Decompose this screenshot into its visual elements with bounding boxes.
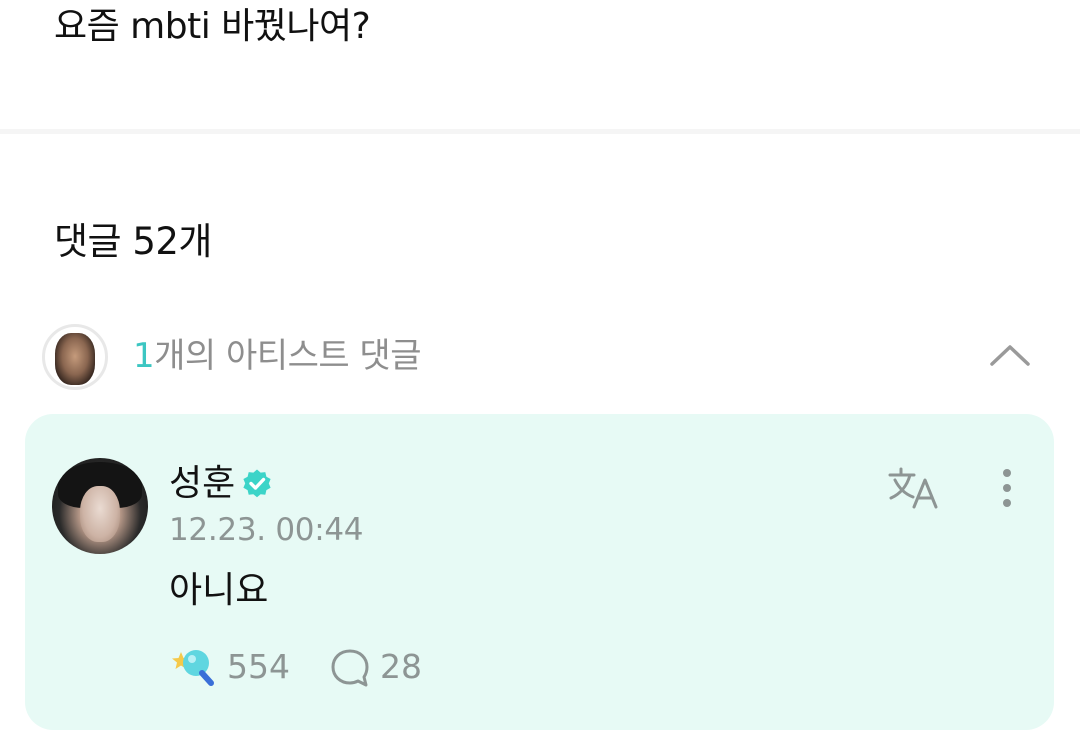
artist-comment-card: 성훈 12.23. 00:44 아니요 554 28: [25, 414, 1054, 730]
section-divider: [0, 129, 1080, 134]
artist-comments-text: 개의 아티스트 댓글: [154, 336, 421, 376]
artist-comment-count: 1: [133, 336, 155, 376]
reaction-count: 554: [227, 647, 290, 686]
author-avatar[interactable]: [52, 458, 148, 554]
translate-icon[interactable]: [887, 466, 943, 510]
author-name[interactable]: 성훈: [169, 460, 235, 508]
chevron-up-icon[interactable]: [988, 336, 1032, 372]
lightstick-reaction-icon[interactable]: [171, 646, 217, 688]
post-text: 요즘 mbti 바꿨나여?: [54, 6, 371, 47]
reply-count: 28: [380, 647, 422, 686]
verified-badge-icon: [243, 469, 271, 498]
artist-avatar: [42, 324, 108, 390]
comment-count-heading: 댓글 52개: [54, 220, 212, 263]
speech-bubble-icon[interactable]: [330, 648, 370, 688]
more-vertical-icon[interactable]: [995, 466, 1019, 510]
comment-body: 아니요: [169, 570, 269, 611]
comment-timestamp: 12.23. 00:44: [169, 512, 364, 548]
artist-comments-label: 1개의 아티스트 댓글: [133, 332, 421, 380]
artist-comments-toggle[interactable]: 1개의 아티스트 댓글: [42, 324, 1042, 394]
